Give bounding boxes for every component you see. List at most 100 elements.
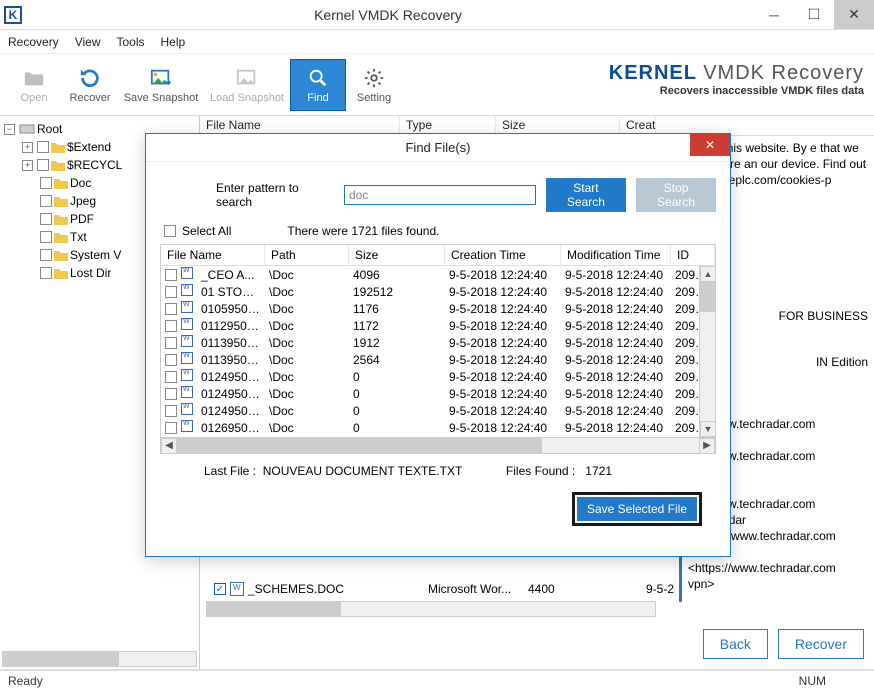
tree-checkbox[interactable]: [40, 249, 52, 261]
menu-help[interactable]: Help: [161, 35, 186, 49]
menu-view[interactable]: View: [75, 35, 101, 49]
save-snapshot-button[interactable]: Save Snapshot: [118, 59, 204, 111]
row-name: 01249502...: [197, 387, 265, 401]
grid-row[interactable]: 01249503...\Doc09-5-2018 12:24:409-5-201…: [161, 402, 715, 419]
row-checkbox[interactable]: [165, 286, 177, 298]
setting-label: Setting: [357, 92, 391, 104]
grid-row[interactable]: 01139501...\Doc19129-5-2018 12:24:409-5-…: [161, 334, 715, 351]
dialog-close-button[interactable]: ✕: [690, 134, 730, 156]
row-checkbox[interactable]: [165, 320, 177, 332]
row-checkbox[interactable]: [165, 303, 177, 315]
row-checkbox[interactable]: [165, 354, 177, 366]
row-mtime: 9-5-2018 12:24:40: [561, 285, 671, 299]
grid-hscroll[interactable]: ◀ ▶: [161, 437, 715, 453]
tree-hscroll[interactable]: [2, 651, 197, 667]
scroll-right-icon[interactable]: ▶: [699, 438, 715, 454]
row-size: 1172: [349, 319, 445, 333]
row-checkbox[interactable]: [165, 388, 177, 400]
tree-checkbox[interactable]: [37, 159, 49, 171]
row-checkbox[interactable]: [165, 405, 177, 417]
grid-row[interactable]: 01129501...\Doc11729-5-2018 12:24:409-5-…: [161, 317, 715, 334]
content-hscroll[interactable]: [206, 601, 656, 617]
scroll-left-icon[interactable]: ◀: [161, 438, 177, 454]
search-input[interactable]: [344, 185, 536, 205]
row-checkbox[interactable]: [165, 422, 177, 434]
file-checkbox[interactable]: [214, 583, 226, 595]
app-icon: K: [4, 6, 22, 24]
row-path: \Doc: [265, 302, 349, 316]
grid-col-path[interactable]: Path: [265, 245, 349, 265]
save-highlight: Save Selected File: [572, 492, 702, 526]
row-path: \Doc: [265, 336, 349, 350]
save-selected-button[interactable]: Save Selected File: [577, 497, 697, 521]
load-snapshot-icon: [233, 66, 261, 90]
dialog-title-bar: Find File(s) ✕: [146, 134, 730, 162]
files-found-label: Files Found :: [506, 464, 575, 478]
word-file-icon: [181, 352, 193, 364]
grid-row[interactable]: _CEO A...\Doc40969-5-2018 12:24:409-5-20…: [161, 266, 715, 283]
maximize-button[interactable]: ☐: [794, 0, 834, 29]
row-checkbox[interactable]: [165, 371, 177, 383]
grid-row[interactable]: 01249502...\Doc09-5-2018 12:24:409-5-201…: [161, 385, 715, 402]
tree-checkbox[interactable]: [40, 267, 52, 279]
row-checkbox[interactable]: [165, 337, 177, 349]
close-button[interactable]: ✕: [834, 0, 874, 29]
collapse-icon[interactable]: −: [4, 124, 15, 135]
recover-icon: [76, 66, 104, 90]
setting-button[interactable]: Setting: [346, 59, 402, 111]
grid-col-mtime[interactable]: Modification Time: [561, 245, 671, 265]
tree-checkbox[interactable]: [37, 141, 49, 153]
folder-icon: [54, 177, 68, 189]
select-all-label: Select All: [182, 224, 231, 238]
grid-row[interactable]: 01249501...\Doc09-5-2018 12:24:409-5-201…: [161, 368, 715, 385]
menu-tools[interactable]: Tools: [116, 35, 144, 49]
file-row[interactable]: _SCHEMES.DOC Microsoft Wor... 4400 9-5-2: [214, 579, 874, 599]
grid-col-ctime[interactable]: Creation Time: [445, 245, 561, 265]
scroll-thumb[interactable]: [700, 282, 715, 312]
open-button[interactable]: Open: [6, 59, 62, 111]
grid-col-size[interactable]: Size: [349, 245, 445, 265]
grid-row[interactable]: 01269501...\Doc09-5-2018 12:24:409-5-201…: [161, 419, 715, 436]
row-name: 01269501...: [197, 421, 265, 435]
select-all-checkbox[interactable]: [164, 225, 176, 237]
row-mtime: 9-5-2018 12:24:40: [561, 404, 671, 418]
row-size: 0: [349, 387, 445, 401]
row-ctime: 9-5-2018 12:24:40: [445, 370, 561, 384]
recover-button[interactable]: Recover: [62, 59, 118, 111]
row-mtime: 9-5-2018 12:24:40: [561, 421, 671, 435]
search-label: Enter pattern to search: [216, 181, 334, 209]
recover-button[interactable]: Recover: [778, 629, 864, 659]
grid-row[interactable]: 01 STOP ...\Doc1925129-5-2018 12:24:409-…: [161, 283, 715, 300]
tree-checkbox[interactable]: [40, 231, 52, 243]
back-button[interactable]: Back: [703, 629, 768, 659]
row-ctime: 9-5-2018 12:24:40: [445, 285, 561, 299]
stop-search-button[interactable]: Stop Search: [636, 178, 716, 212]
tree-checkbox[interactable]: [40, 195, 52, 207]
row-size: 192512: [349, 285, 445, 299]
load-snapshot-button[interactable]: Load Snapshot: [204, 59, 290, 111]
gear-icon: [360, 66, 388, 90]
tree-item-label: Doc: [70, 176, 91, 190]
word-file-icon: [181, 284, 193, 296]
tree-checkbox[interactable]: [40, 213, 52, 225]
grid-col-name[interactable]: File Name: [161, 245, 265, 265]
scroll-up-icon[interactable]: ▲: [700, 266, 715, 282]
start-search-button[interactable]: Start Search: [546, 178, 626, 212]
scroll-down-icon[interactable]: ▼: [700, 421, 715, 437]
minimize-button[interactable]: ─: [754, 0, 794, 29]
row-checkbox[interactable]: [165, 269, 177, 281]
menu-recovery[interactable]: Recovery: [8, 35, 59, 49]
tree-item-label: $Extend: [67, 140, 111, 154]
expand-icon[interactable]: +: [22, 160, 33, 171]
find-button[interactable]: Find: [290, 59, 346, 111]
grid-vscroll[interactable]: ▲ ▼: [699, 266, 715, 437]
row-size: 0: [349, 404, 445, 418]
grid-row[interactable]: 01059501...\Doc11769-5-2018 12:24:409-5-…: [161, 300, 715, 317]
tree-checkbox[interactable]: [40, 177, 52, 189]
expand-icon[interactable]: +: [22, 142, 33, 153]
folder-icon: [51, 159, 65, 171]
grid-col-id[interactable]: ID: [671, 245, 715, 265]
row-size: 0: [349, 370, 445, 384]
grid-row[interactable]: 01139502...\Doc25649-5-2018 12:24:409-5-…: [161, 351, 715, 368]
folder-icon: [54, 213, 68, 225]
